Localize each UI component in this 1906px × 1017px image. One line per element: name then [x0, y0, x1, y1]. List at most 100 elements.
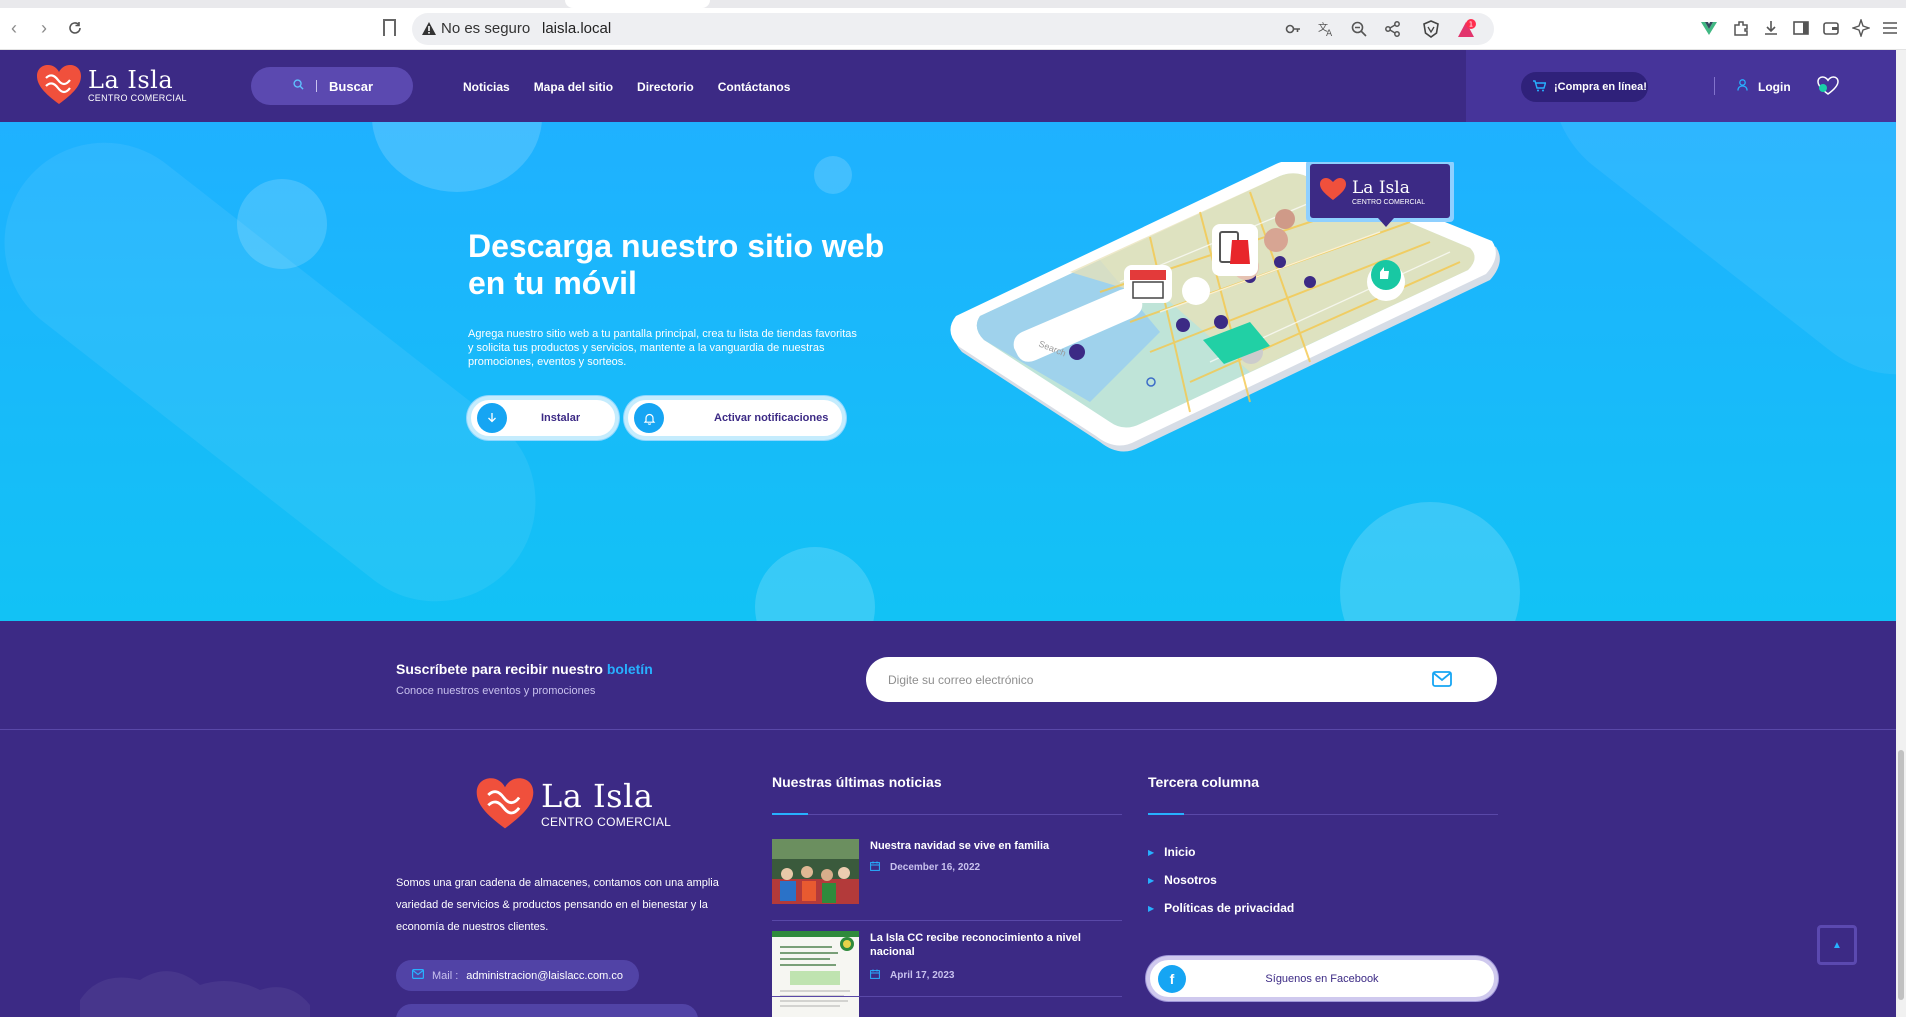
share-icon[interactable] — [1384, 20, 1402, 38]
news-thumbnail[interactable] — [772, 839, 859, 904]
buy-online-button[interactable]: ¡Compra en línea! — [1521, 72, 1648, 102]
translate-icon[interactable]: 文A — [1317, 20, 1335, 38]
search-divider — [316, 80, 317, 92]
newsletter-email-input[interactable] — [866, 657, 1497, 702]
footer-address-contact[interactable] — [396, 1004, 698, 1017]
decor-circle — [1340, 502, 1520, 621]
activate-notifications-button[interactable]: Activar notificaciones — [624, 396, 846, 440]
footer-link-inicio[interactable]: ▶ Inicio — [1148, 838, 1294, 866]
download-icon — [477, 403, 507, 433]
footer-logo-sub: CENTRO COMERCIAL — [541, 815, 672, 829]
menu-icon[interactable] — [1881, 19, 1899, 37]
decor-circle — [372, 122, 542, 192]
scrollbar-thumb[interactable] — [1898, 750, 1904, 1000]
install-button[interactable]: Instalar — [467, 396, 619, 440]
footer-mail-contact[interactable]: Mail : administracion@laislacc.com.co — [396, 960, 639, 991]
url-text[interactable]: laisla.local — [542, 20, 611, 37]
login-label: Login — [1758, 79, 1791, 94]
footer-about-text: Somos una gran cadena de almacenes, cont… — [396, 877, 719, 933]
news-date-text: December 16, 2022 — [890, 862, 981, 873]
leo-ai-icon[interactable] — [1852, 19, 1870, 37]
mail-value: administracion@laislacc.com.co — [466, 969, 623, 982]
extensions-icon[interactable] — [1732, 19, 1750, 37]
newsletter-title-main: Suscríbete para recibir nuestro — [396, 661, 603, 677]
search-button[interactable]: Buscar — [251, 67, 413, 105]
favorites-heart-icon[interactable] — [1817, 76, 1839, 101]
page-scrollbar[interactable] — [1896, 50, 1906, 1017]
brave-shield-icon[interactable] — [1422, 20, 1440, 38]
news-title[interactable]: Nuestra navidad se vive en familia — [870, 839, 1120, 853]
brave-rewards-icon[interactable]: 1 — [1455, 18, 1477, 40]
nav-mapa-del-sitio[interactable]: Mapa del sitio — [534, 80, 613, 94]
notification-count: 1 — [1469, 21, 1473, 29]
vue-devtools-icon[interactable] — [1700, 19, 1718, 37]
phone-logo-badge: La Isla CENTRO COMERCIAL — [1306, 162, 1454, 227]
hero-description: Agrega nuestro sitio web a tu pantalla p… — [468, 328, 857, 368]
news-divider — [772, 996, 1122, 997]
logo-heart-icon — [36, 64, 82, 106]
key-icon[interactable] — [1284, 20, 1302, 38]
shopping-bag-icon — [1212, 224, 1258, 276]
svg-text:A: A — [1326, 29, 1333, 38]
downloads-icon[interactable] — [1762, 19, 1780, 37]
active-tab[interactable] — [565, 0, 710, 8]
news-heading-rule — [772, 813, 1122, 815]
bookmark-icon[interactable] — [383, 19, 396, 36]
footer-logo[interactable]: La Isla CENTRO COMERCIAL — [475, 777, 671, 831]
newsletter-title: Suscríbete para recibir nuestro boletín — [396, 661, 653, 677]
newsletter-section: Suscríbete para recibir nuestro boletín … — [0, 621, 1906, 730]
login-button[interactable]: Login — [1737, 79, 1791, 94]
footer-links: ▶ Inicio ▶ Nosotros ▶ Políticas de privacid… — [1148, 838, 1294, 922]
buy-online-label: ¡Compra en línea! — [1554, 81, 1647, 93]
news-item[interactable]: Nuestra navidad se vive en familia Decem… — [772, 839, 1122, 904]
world-map-decor — [80, 971, 310, 1017]
phone-map-illustration: Search La Isla CENTRO COMERCIAL — [950, 162, 1500, 452]
back-icon[interactable]: ‹ — [3, 17, 25, 39]
news-date: December 16, 2022 — [870, 861, 980, 874]
forward-icon[interactable]: › — [33, 17, 55, 39]
reload-icon[interactable] — [64, 17, 86, 39]
site-header: La Isla CENTRO COMERCIAL Buscar Noticias… — [0, 50, 1906, 122]
main-nav: Noticias Mapa del sitio Directorio Contá… — [463, 80, 814, 94]
search-icon — [293, 79, 304, 93]
caret-right-icon: ▶ — [1148, 903, 1155, 913]
news-date-text: April 17, 2023 — [890, 970, 955, 981]
cart-icon — [1533, 79, 1547, 95]
header-logo[interactable]: La Isla CENTRO COMERCIAL — [36, 64, 187, 106]
calendar-icon — [870, 861, 880, 874]
facebook-follow-button[interactable]: f Síguenos en Facebook — [1146, 956, 1498, 1001]
news-item[interactable]: La Isla CC recibe reconocimiento a nivel… — [772, 931, 1122, 1017]
address-bar[interactable]: No es seguro laisla.local 文A 1 — [412, 13, 1494, 45]
user-icon — [1737, 79, 1748, 94]
decor-band — [1507, 122, 1906, 419]
sidebar-icon[interactable] — [1792, 19, 1810, 37]
footer-link-nosotros[interactable]: ▶ Nosotros — [1148, 866, 1294, 894]
footer-logo-heart-icon — [475, 777, 535, 831]
wallet-icon[interactable] — [1822, 19, 1840, 37]
nav-noticias[interactable]: Noticias — [463, 80, 510, 94]
security-label: No es seguro — [441, 20, 531, 37]
nav-contactanos[interactable]: Contáctanos — [718, 80, 791, 94]
decor-circle — [814, 156, 852, 194]
arrow-up-icon: ▲ — [1832, 939, 1842, 951]
footer-link-privacidad[interactable]: ▶ Políticas de privacidad — [1148, 894, 1294, 922]
footer-link-label: Políticas de privacidad — [1164, 901, 1295, 915]
caret-right-icon: ▶ — [1148, 847, 1155, 857]
news-thumbnail[interactable] — [772, 931, 859, 1017]
zoom-out-icon[interactable] — [1350, 20, 1368, 38]
logo-name: La Isla — [88, 65, 174, 94]
scroll-to-top-button[interactable]: ▲ — [1817, 925, 1857, 965]
envelope-icon[interactable] — [1432, 671, 1452, 692]
site-footer: La Isla CENTRO COMERCIAL Somos una gran … — [0, 730, 1906, 1017]
bell-icon — [634, 403, 664, 433]
security-indicator[interactable]: No es seguro — [422, 20, 530, 37]
footer-logo-name: La Isla — [541, 777, 654, 815]
news-heading: Nuestras últimas noticias — [772, 774, 942, 790]
notify-label: Activar notificaciones — [714, 412, 829, 424]
facebook-icon: f — [1158, 964, 1186, 993]
logo-sub: CENTRO COMERCIAL — [88, 92, 187, 103]
rule-accent — [1148, 813, 1184, 815]
search-label: Buscar — [329, 78, 374, 94]
news-title[interactable]: La Isla CC recibe reconocimiento a nivel… — [870, 931, 1120, 959]
nav-directorio[interactable]: Directorio — [637, 80, 694, 94]
